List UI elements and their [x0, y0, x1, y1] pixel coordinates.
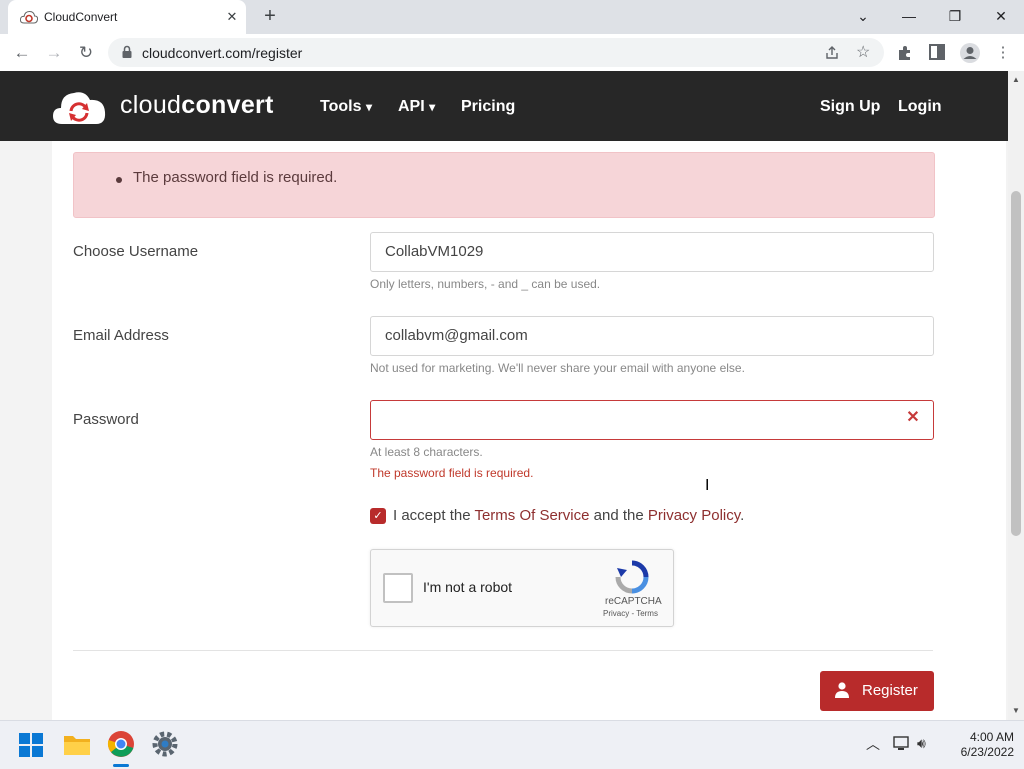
clock-time: 4:00 AM — [969, 730, 1014, 744]
active-app-indicator — [113, 764, 129, 767]
recaptcha-widget: I'm not a robot reCAPTCHA Privacy - Term… — [370, 549, 674, 627]
volume-icon[interactable]: 🔊︎ — [917, 735, 926, 752]
privacy-policy-link[interactable]: Privacy Policy — [648, 507, 740, 524]
scroll-thumb[interactable] — [1011, 191, 1021, 536]
tos-prefix: I accept the — [393, 507, 475, 524]
form-divider — [73, 650, 933, 651]
recaptcha-logo-icon — [615, 560, 649, 594]
chrome-icon[interactable] — [107, 730, 135, 758]
logo-light: cloud — [120, 91, 182, 119]
error-x-icon: ✕ — [906, 409, 920, 426]
nav-tools[interactable]: Tools ▾ — [320, 98, 372, 116]
bookmark-star-icon[interactable]: ☆ — [856, 42, 870, 62]
tray-overflow-icon[interactable]: ︿ — [866, 734, 880, 754]
minimize-button[interactable]: — — [886, 4, 932, 28]
error-alert: The password field is required. — [73, 152, 935, 218]
nav-tools-label: Tools — [320, 98, 362, 115]
email-help: Not used for marketing. We'll never shar… — [370, 361, 745, 375]
chevron-down-icon: ▾ — [429, 100, 436, 114]
tab-cloudconvert[interactable]: CloudConvert ✕ — [8, 0, 246, 34]
cloudconvert-logo-icon[interactable] — [52, 88, 106, 126]
lock-icon — [122, 45, 132, 58]
profile-avatar-icon[interactable] — [959, 42, 981, 64]
tos-middle: and the — [589, 507, 648, 524]
address-bar[interactable]: cloudconvert.com/register ☆ — [108, 38, 884, 67]
extensions-icon[interactable] — [896, 44, 914, 62]
reload-icon[interactable]: ↻ — [74, 41, 98, 65]
email-label: Email Address — [73, 327, 169, 344]
logo-bold: convert — [181, 91, 274, 119]
new-tab-button[interactable]: + — [260, 5, 280, 27]
email-value: collabvm@gmail.com — [385, 327, 528, 344]
cloudconvert-favicon — [20, 10, 38, 24]
page-viewport: cloudconvert Tools ▾ API ▾ Pricing Sign … — [0, 71, 1008, 720]
alert-message: The password field is required. — [133, 169, 338, 186]
email-input[interactable]: collabvm@gmail.com — [370, 316, 934, 356]
username-input[interactable]: CollabVM1029 — [370, 232, 934, 272]
text-cursor-icon: I — [705, 477, 710, 494]
password-error: The password field is required. — [370, 466, 534, 480]
nav-api-label: API — [398, 98, 425, 115]
terms-of-service-link[interactable]: Terms Of Service — [474, 507, 589, 524]
browser-toolbar: ← → ↻ cloudconvert.com/register ☆ ⋮ — [0, 34, 1024, 72]
forward-icon[interactable]: → — [42, 41, 66, 65]
tab-strip: CloudConvert ✕ + ⌄ — ❐ ✕ — [0, 0, 1024, 34]
network-icon[interactable] — [893, 736, 911, 752]
username-value: CollabVM1029 — [385, 243, 484, 260]
nav-signup[interactable]: Sign Up — [820, 98, 880, 116]
tab-search-icon[interactable]: ⌄ — [840, 4, 886, 28]
tab-title: CloudConvert — [44, 10, 118, 24]
settings-gear-icon[interactable] — [151, 730, 179, 758]
recaptcha-brand: reCAPTCHA — [605, 596, 662, 607]
register-label: Register — [862, 682, 918, 699]
nav-api[interactable]: API ▾ — [398, 98, 435, 116]
username-label: Choose Username — [73, 243, 199, 260]
tos-text: I accept the Terms Of Service and the Pr… — [393, 507, 744, 524]
recaptcha-checkbox[interactable] — [383, 573, 413, 603]
site-header: cloudconvert Tools ▾ API ▾ Pricing Sign … — [0, 71, 1008, 141]
recaptcha-links[interactable]: Privacy - Terms — [603, 609, 658, 618]
back-icon[interactable]: ← — [10, 41, 34, 65]
menu-kebab-icon[interactable]: ⋮ — [992, 42, 1014, 64]
windows-start-icon[interactable] — [19, 733, 43, 757]
chevron-down-icon: ▾ — [365, 100, 372, 114]
scroll-up-icon[interactable]: ▲ — [1008, 73, 1024, 87]
clock-date: 6/23/2022 — [960, 745, 1014, 759]
nav-login[interactable]: Login — [898, 98, 942, 116]
url-text: cloudconvert.com/register — [142, 45, 303, 61]
register-button[interactable]: Register — [820, 671, 934, 711]
windows-taskbar: ︿ 🔊︎ 4:00 AM 6/23/2022 — [0, 720, 1024, 769]
file-explorer-icon[interactable] — [63, 731, 91, 757]
tab-close-icon[interactable]: ✕ — [223, 8, 241, 26]
taskbar-clock[interactable]: 4:00 AM 6/23/2022 — [944, 730, 1014, 760]
tos-suffix: . — [740, 507, 745, 524]
page-scrollbar[interactable]: ▲ ▼ — [1008, 71, 1024, 720]
nav-pricing[interactable]: Pricing — [461, 98, 515, 116]
password-help: At least 8 characters. — [370, 445, 483, 459]
share-icon[interactable] — [824, 45, 840, 61]
password-label: Password — [73, 411, 139, 428]
close-window-button[interactable]: ✕ — [978, 4, 1024, 28]
alert-bullet — [116, 177, 122, 183]
recaptcha-label: I'm not a robot — [423, 579, 513, 595]
scroll-down-icon[interactable]: ▼ — [1008, 704, 1024, 718]
side-panel-icon[interactable] — [929, 44, 945, 60]
restore-button[interactable]: ❐ — [932, 4, 978, 28]
tos-checkbox[interactable]: ✓ — [370, 508, 386, 524]
password-input[interactable]: ✕ — [370, 400, 934, 440]
site-logo-text[interactable]: cloudconvert — [120, 91, 274, 120]
username-help: Only letters, numbers, - and _ can be us… — [370, 277, 601, 291]
user-icon — [835, 682, 849, 698]
